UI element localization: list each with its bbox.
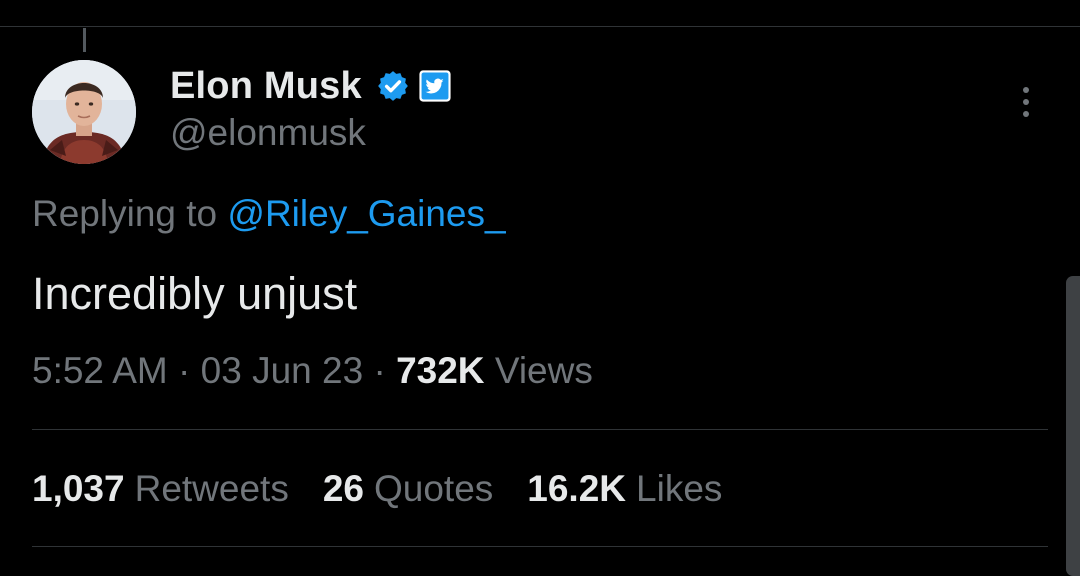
more-vertical-icon[interactable] [1010,82,1042,122]
divider [32,429,1048,430]
tweet-time[interactable]: 5:52 AM [32,350,168,391]
replying-to-prefix: Replying to [32,193,228,234]
retweets-stat[interactable]: 1,037 Retweets [32,468,289,510]
author-display-name[interactable]: Elon Musk [170,65,362,108]
avatar[interactable] [32,60,136,164]
quotes-count: 26 [322,468,364,509]
likes-label: Likes [636,468,723,509]
quotes-stat[interactable]: 26 Quotes [323,468,493,510]
verified-badge-icon[interactable] [376,69,410,103]
divider [32,546,1048,547]
thread-connector-line [83,28,86,52]
reply-mention-link[interactable]: @Riley_Gaines_ [227,193,505,234]
twitter-bird-icon[interactable] [418,69,452,103]
replying-to-line: Replying to @Riley_Gaines_ [32,193,506,235]
engagement-stats: 1,037 Retweets 26 Quotes 16.2K Likes [32,468,756,510]
scrollbar-thumb[interactable] [1066,276,1080,576]
meta-separator: · [178,350,191,391]
likes-stat[interactable]: 16.2K Likes [527,468,722,510]
tweet-meta: 5:52 AM · 03 Jun 23 · 732K Views [32,350,593,392]
author-name-row: Elon Musk [170,62,452,110]
retweets-count: 1,037 [32,468,125,509]
avatar-image [32,60,136,164]
meta-separator: · [373,350,386,391]
likes-count: 16.2K [527,468,627,509]
top-divider [0,26,1080,27]
tweet-date[interactable]: 03 Jun 23 [201,350,364,391]
views-count: 732K [396,350,485,391]
quotes-label: Quotes [373,468,494,509]
views-label: Views [494,350,593,391]
retweets-label: Retweets [134,468,289,509]
author-handle[interactable]: @elonmusk [170,112,366,154]
tweet-text: Incredibly unjust [32,268,358,319]
